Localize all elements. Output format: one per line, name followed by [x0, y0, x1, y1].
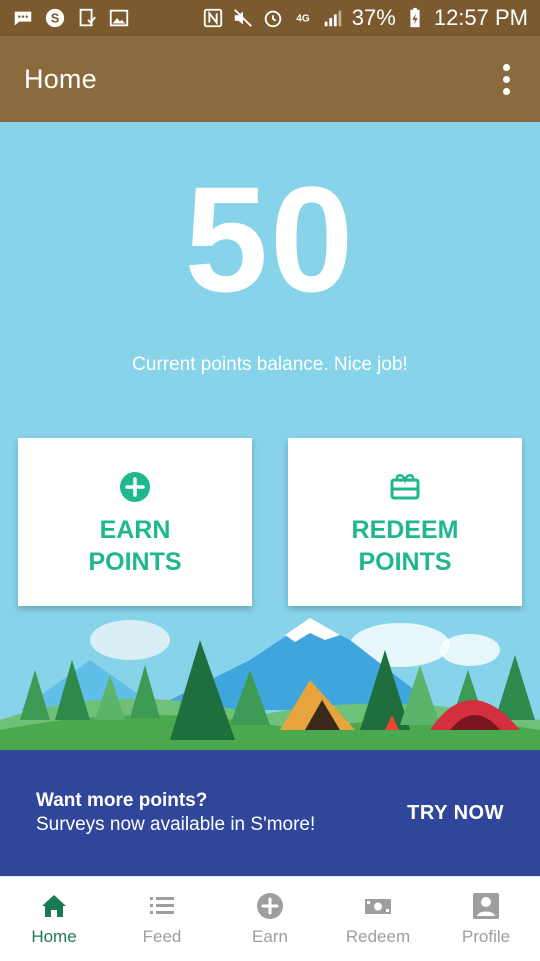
nav-label-home: Home [31, 927, 77, 946]
try-now-button[interactable]: TRY NOW [407, 802, 504, 825]
nav-item-earn[interactable]: Earn [216, 877, 324, 961]
redeem-points-label: REDEEM POINTS [351, 516, 459, 576]
banner-text: Want more points? Surveys now available … [36, 790, 315, 836]
points-caption: Current points balance. Nice job! [132, 354, 408, 375]
overflow-menu-icon[interactable] [496, 59, 516, 99]
image-icon [108, 7, 130, 29]
status-bar: S 4G 37% 12:57 PM [0, 0, 540, 36]
nav-label-earn: Earn [252, 927, 288, 946]
banner-subtitle: Surveys now available in S'more! [36, 814, 316, 835]
alarm-icon [262, 7, 284, 29]
promo-banner: Want more points? Surveys now available … [0, 750, 540, 876]
menu-dot [502, 63, 510, 71]
bottom-navigation: Home Feed Earn Redeem Profile [0, 876, 540, 961]
menu-dot [502, 75, 510, 83]
signal-icon [322, 7, 344, 29]
points-balance: 50 [184, 155, 356, 323]
chat-notification-icon [12, 7, 34, 29]
download-icon [76, 7, 98, 29]
banner-title: Want more points? [36, 790, 208, 811]
nav-item-home[interactable]: Home [0, 877, 108, 961]
redeem-points-button[interactable]: REDEEM POINTS [288, 438, 522, 606]
battery-percentage: 37% [351, 5, 396, 30]
4g-icon: 4G [292, 7, 314, 29]
nav-item-profile[interactable]: Profile [432, 877, 540, 961]
nav-item-redeem[interactable]: Redeem [324, 877, 432, 961]
page-title: Home [24, 63, 97, 94]
nav-item-feed[interactable]: Feed [108, 877, 216, 961]
home-icon [39, 891, 69, 921]
earn-points-button[interactable]: EARN POINTS [18, 438, 252, 606]
gift-card-icon [388, 470, 422, 504]
earn-points-label: EARN POINTS [88, 516, 182, 576]
clock: 12:57 PM [433, 5, 528, 30]
nav-label-feed: Feed [142, 927, 182, 946]
add-circle-icon [255, 891, 285, 921]
plus-circle-icon [118, 470, 152, 504]
status-right-icons: 4G 37% 12:57 PM [202, 5, 528, 31]
list-icon [147, 891, 177, 921]
main-content: 50 Current points balance. Nice job! EAR… [0, 122, 540, 750]
mute-icon [232, 7, 254, 29]
svg-text:4G: 4G [296, 14, 310, 25]
nav-label-profile: Profile [461, 927, 511, 946]
status-left-icons: S [12, 7, 130, 29]
nav-label-redeem: Redeem [345, 927, 411, 946]
battery-charging-icon [404, 7, 426, 29]
nfc-icon [202, 7, 224, 29]
menu-dot [502, 87, 510, 95]
profile-icon [471, 891, 501, 921]
skype-icon: S [44, 7, 66, 29]
app-bar: Home [0, 36, 540, 122]
cash-icon [363, 891, 393, 921]
camping-illustration [0, 618, 540, 750]
svg-text:S: S [51, 11, 60, 26]
